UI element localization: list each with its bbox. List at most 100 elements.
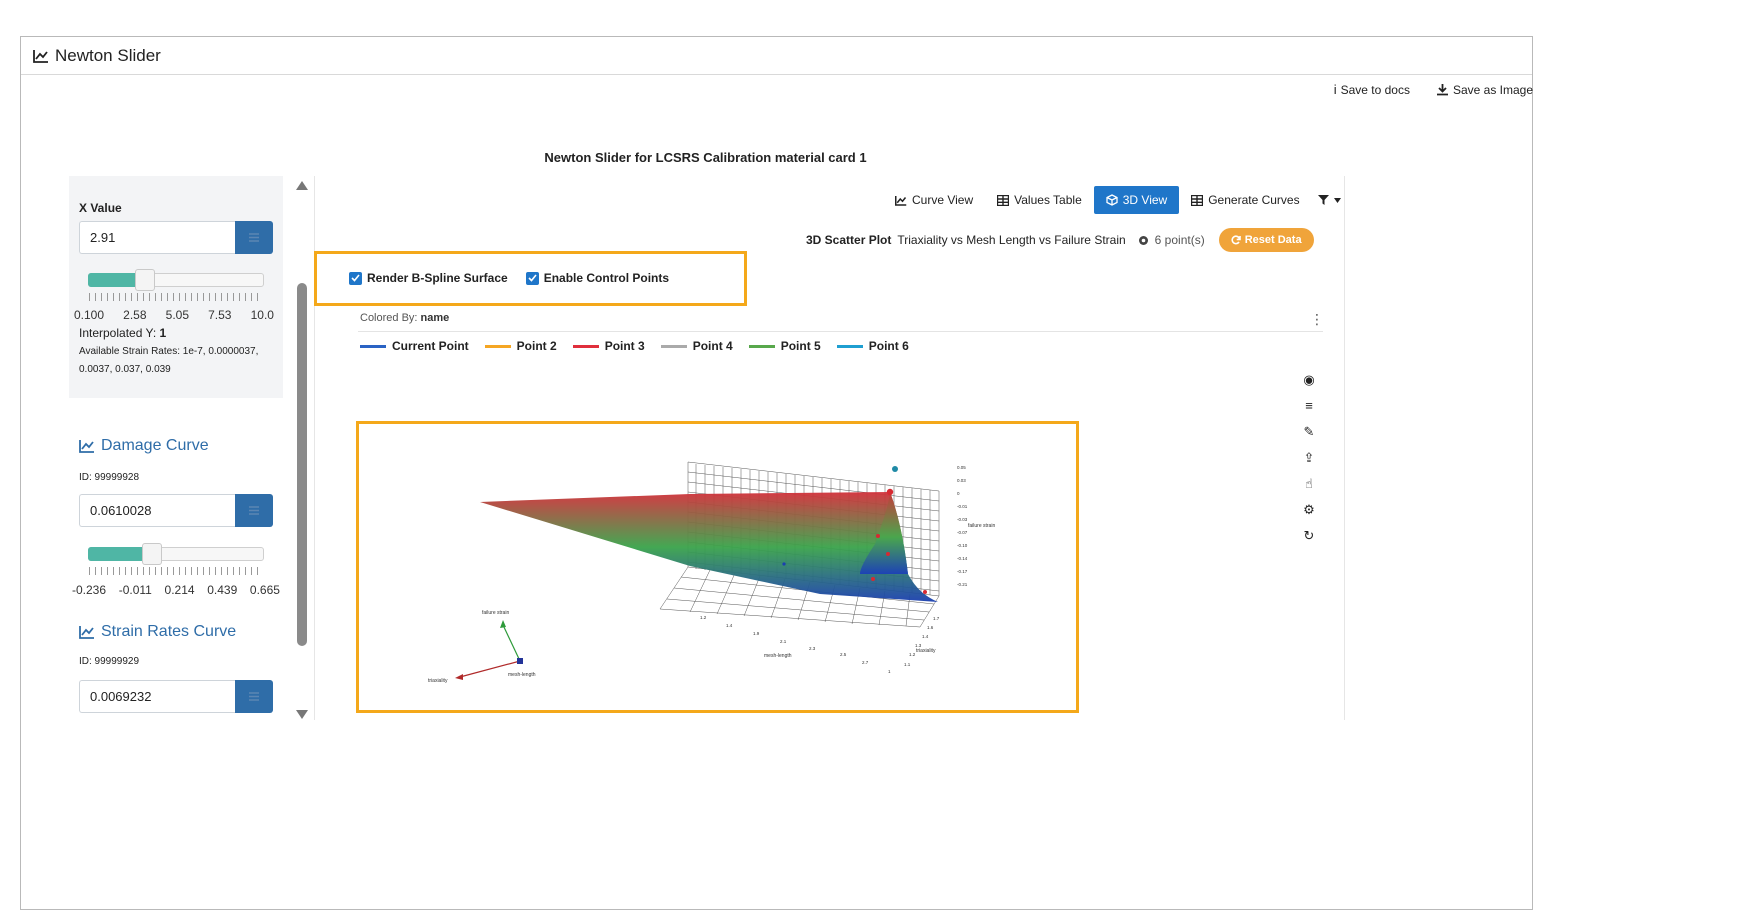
svg-text:-0.07: -0.07 — [957, 530, 968, 535]
gear-icon[interactable]: ⚙ — [1303, 502, 1315, 517]
checkbox-checked-icon — [349, 271, 362, 285]
eye-icon[interactable]: ◉ — [1303, 372, 1314, 387]
render-surface-checkbox[interactable]: Render B-Spline Surface — [349, 271, 508, 285]
window-titlebar: Newton Slider — [21, 37, 1532, 75]
x-slider-tick-labels: 0.100 2.58 5.05 7.53 10.0 — [74, 308, 274, 322]
strain-rates-text-cont: 0.0037, 0.037, 0.039 — [79, 364, 171, 375]
slider-thumb[interactable] — [135, 269, 155, 291]
x-value-slider[interactable] — [88, 269, 264, 291]
svg-text:1.1: 1.1 — [904, 662, 911, 667]
x-slider-tick-label: 0.100 — [74, 308, 105, 322]
damage-slider-tick-label: 0.665 — [249, 583, 280, 597]
svg-text:2.3: 2.3 — [809, 646, 816, 651]
svg-text:1.4: 1.4 — [726, 623, 733, 628]
damage-value-input[interactable]: 0.0610028 — [79, 494, 235, 527]
refresh-icon[interactable]: ↻ — [1304, 528, 1315, 543]
damage-curve-title[interactable]: Damage Curve — [79, 437, 209, 455]
damage-slider-ticks — [89, 567, 263, 575]
reset-data-button[interactable]: Reset Data — [1218, 228, 1314, 252]
svg-text:-0.21: -0.21 — [957, 582, 968, 587]
pointer-icon[interactable]: ☝ — [1305, 476, 1313, 491]
strain-rates-curve-title[interactable]: Strain Rates Curve — [79, 623, 236, 641]
filter-dropdown-button[interactable] — [1312, 186, 1347, 214]
legend-item[interactable]: Point 2 — [484, 339, 557, 353]
scatter-plot-title: 3D Scatter Plot — [806, 233, 892, 247]
window-title: Newton Slider — [55, 45, 161, 65]
tab-curve-view[interactable]: Curve View — [883, 186, 985, 214]
x-value-input-group: 2.91 — [79, 221, 273, 254]
save-to-docs-label: Save to docs — [1340, 82, 1410, 97]
tab-values-table[interactable]: Values Table — [985, 186, 1094, 214]
legend-item[interactable]: Point 6 — [836, 339, 909, 353]
triaxiality-axis-title: triaxiality — [916, 648, 936, 654]
legend-item[interactable]: Current Point — [360, 339, 469, 353]
strain-menu-button[interactable] — [235, 680, 273, 713]
mesh-length-axis-label: mesh-length — [508, 672, 536, 678]
caret-down-icon — [1333, 197, 1341, 203]
legend-label: Point 2 — [516, 339, 557, 353]
data-point — [871, 577, 875, 581]
x-value-input[interactable]: 2.91 — [79, 221, 235, 254]
strain-rates-curve-title-text: Strain Rates Curve — [101, 623, 237, 640]
svg-text:-0.17: -0.17 — [957, 569, 968, 574]
svg-text:1.7: 1.7 — [933, 616, 940, 621]
scroll-up-arrow[interactable] — [296, 181, 308, 190]
more-options-icon[interactable]: ⋮ — [1310, 311, 1324, 328]
x-slider-tick-label: 7.53 — [208, 308, 232, 322]
x-value-menu-button[interactable] — [235, 221, 273, 254]
tab-generate-curves[interactable]: Generate Curves — [1179, 186, 1311, 214]
tab-3d-view[interactable]: 3D View — [1093, 186, 1180, 214]
align-center-icon[interactable]: ≡ — [1305, 398, 1313, 413]
line-chart-icon — [33, 49, 48, 63]
svg-text:-0.14: -0.14 — [957, 556, 968, 561]
x-slider-ticks — [89, 293, 263, 301]
svg-text:2.1: 2.1 — [780, 639, 787, 644]
mesh-length-axis-title: mesh-length — [764, 653, 792, 659]
strain-input-group: 0.0069232 — [79, 680, 273, 713]
slider-fill — [88, 273, 139, 287]
control-points-label: Enable Control Points — [543, 271, 670, 285]
legend-item[interactable]: Point 4 — [660, 339, 733, 353]
x-slider-tick-label: 10.0 — [250, 308, 274, 322]
slider-thumb[interactable] — [142, 543, 162, 565]
checkbox-checked-icon — [525, 271, 539, 285]
line-chart-icon — [895, 195, 907, 206]
tab-values-table-label: Values Table — [1014, 193, 1082, 207]
point-count: 6 point(s) — [1154, 233, 1205, 247]
interpolated-y-label: Interpolated Y: — [79, 326, 157, 340]
damage-slider-tick-label: -0.011 — [118, 583, 152, 597]
legend-item[interactable]: Point 5 — [748, 339, 821, 353]
data-point — [782, 562, 786, 566]
3d-scatter-plot[interactable]: 0.05 0.03 0 -0.01 -0.03 -0.07 -0.10 -0.14 -0.1… — [360, 424, 1075, 708]
line-chart-icon — [79, 440, 94, 453]
damage-slider[interactable] — [88, 543, 264, 565]
failure-strain-axis-title: failure strain — [968, 523, 995, 529]
svg-text:1.2: 1.2 — [909, 652, 916, 657]
brush-icon[interactable]: ✎ — [1304, 424, 1315, 439]
reset-data-label: Reset Data — [1244, 234, 1302, 246]
left-panel-scrollbar[interactable] — [297, 283, 307, 646]
save-to-docs-button[interactable]: i Save to docs — [1334, 82, 1410, 97]
legend-item[interactable]: Point 3 — [572, 339, 645, 353]
legend-swatch — [748, 344, 775, 348]
scatter-plot-description: Triaxiality vs Mesh Length vs Failure St… — [897, 233, 1126, 247]
svg-text:-0.01: -0.01 — [957, 504, 968, 509]
x-slider-tick-label: 5.05 — [165, 308, 189, 322]
upload-icon[interactable]: ⇪ — [1304, 450, 1315, 465]
svg-text:-0.10: -0.10 — [957, 543, 968, 548]
control-points-checkbox[interactable]: Enable Control Points — [525, 271, 670, 285]
svg-text:1: 1 — [888, 669, 891, 674]
svg-text:2.5: 2.5 — [840, 652, 847, 657]
legend-swatch — [660, 344, 687, 348]
save-bar: i Save to docs Save as Image — [1334, 82, 1533, 97]
failure-strain-axis-label: failure strain — [482, 610, 509, 616]
data-point — [886, 552, 890, 556]
strain-value-input[interactable]: 0.0069232 — [79, 680, 235, 713]
legend-swatch — [836, 344, 863, 348]
save-as-image-button[interactable]: Save as Image — [1436, 83, 1533, 97]
damage-menu-button[interactable] — [235, 494, 273, 527]
3d-plot-canvas: 0.05 0.03 0 -0.01 -0.03 -0.07 -0.10 -0.14 -0.1… — [428, 461, 995, 684]
legend-label: Point 3 — [604, 339, 645, 353]
svg-text:1.4: 1.4 — [922, 634, 929, 639]
scroll-down-arrow[interactable] — [296, 710, 308, 719]
